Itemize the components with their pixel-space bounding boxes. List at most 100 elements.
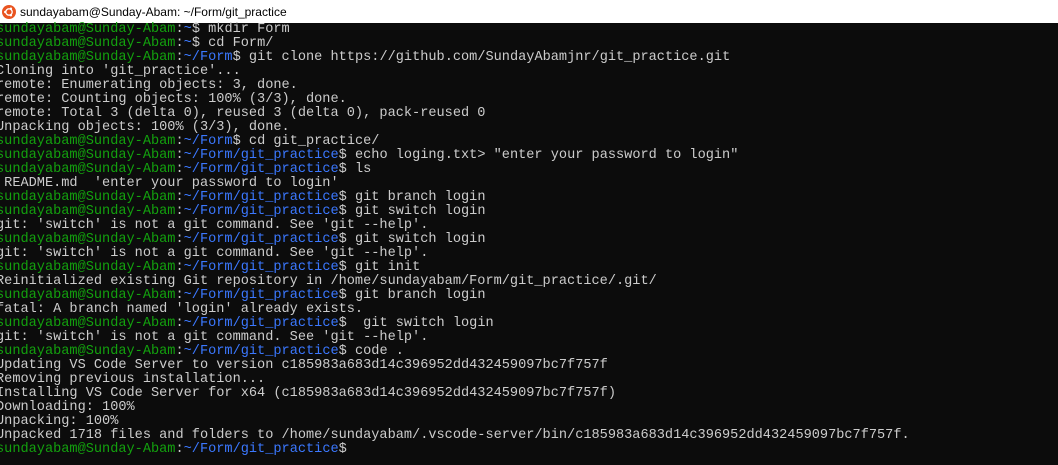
prompt-user: sundayabam@Sunday-Abam	[0, 50, 176, 65]
output-text: README.md 'enter your password to login'	[0, 176, 339, 191]
output-text: remote: Total 3 (delta 0), reused 3 (del…	[0, 106, 486, 121]
prompt-separator: :	[175, 50, 184, 65]
prompt-path: ~/Form/git_practice	[183, 288, 339, 303]
terminal-window: sundayabam@Sunday-Abam: ~/Form/git_pract…	[0, 0, 1058, 465]
prompt-path: ~/Form/git_practice	[183, 442, 339, 457]
prompt-path: ~/Form	[183, 134, 233, 149]
prompt-user: sundayabam@Sunday-Abam	[0, 260, 176, 275]
prompt-separator: :	[175, 316, 184, 331]
prompt-dollar: $	[338, 204, 347, 219]
command-text: git branch login	[346, 288, 486, 303]
prompt-separator: :	[175, 344, 184, 359]
prompt-line: sundayabam@Sunday-Abam:~/Form/git_practi…	[0, 345, 1058, 359]
command-text: code .	[346, 344, 404, 359]
command-text: git clone https://github.com/SundayAbamj…	[240, 50, 731, 65]
prompt-separator: :	[175, 288, 184, 303]
prompt-path: ~/Form/git_practice	[183, 344, 339, 359]
prompt-separator: :	[175, 22, 184, 37]
output-line: Installing VS Code Server for x64 (c1859…	[0, 387, 1058, 401]
prompt-path: ~/Form/git_practice	[183, 260, 339, 275]
prompt-dollar: $	[338, 148, 347, 163]
output-line: remote: Counting objects: 100% (3/3), do…	[0, 93, 1058, 107]
output-text: Reinitialized existing Git repository in…	[0, 274, 657, 289]
prompt-separator: :	[175, 36, 184, 51]
prompt-path: ~/Form/git_practice	[183, 148, 339, 163]
prompt-line: sundayabam@Sunday-Abam:~/Form/git_practi…	[0, 149, 1058, 163]
prompt-dollar: $	[338, 260, 347, 275]
prompt-dollar: $	[338, 232, 347, 247]
output-line: fatal: A branch named 'login' already ex…	[0, 303, 1058, 317]
prompt-path: ~/Form/git_practice	[183, 316, 339, 331]
output-text: git: 'switch' is not a git command. See …	[0, 218, 429, 233]
prompt-dollar: $	[338, 344, 347, 359]
prompt-path: ~/Form/git_practice	[183, 162, 339, 177]
prompt-user: sundayabam@Sunday-Abam	[0, 190, 176, 205]
output-text: remote: Counting objects: 100% (3/3), do…	[0, 92, 347, 107]
prompt-separator: :	[175, 442, 184, 457]
prompt-line: sundayabam@Sunday-Abam:~/Form/git_practi…	[0, 191, 1058, 205]
output-line: remote: Enumerating objects: 3, done.	[0, 79, 1058, 93]
prompt-path: ~	[183, 36, 192, 51]
prompt-dollar: $	[338, 442, 347, 457]
prompt-path: ~/Form/git_practice	[183, 190, 339, 205]
prompt-line: sundayabam@Sunday-Abam:~/Form/git_practi…	[0, 205, 1058, 219]
prompt-user: sundayabam@Sunday-Abam	[0, 36, 176, 51]
prompt-path: ~/Form/git_practice	[183, 232, 339, 247]
output-text: Unpacking: 100%	[0, 414, 119, 429]
output-line: README.md 'enter your password to login'	[0, 177, 1058, 191]
command-text: git switch login	[346, 316, 494, 331]
command-text: echo loging.txt> "enter your password to…	[346, 148, 739, 163]
output-text: Downloading: 100%	[0, 400, 135, 415]
output-text: Removing previous installation...	[0, 372, 266, 387]
output-line: Cloning into 'git_practice'...	[0, 65, 1058, 79]
prompt-line: sundayabam@Sunday-Abam:~/Form/git_practi…	[0, 289, 1058, 303]
prompt-dollar: $	[232, 134, 241, 149]
prompt-dollar: $	[191, 22, 200, 37]
title-bar[interactable]: sundayabam@Sunday-Abam: ~/Form/git_pract…	[0, 0, 1058, 23]
command-text: mkdir Form	[199, 22, 290, 37]
prompt-line: sundayabam@Sunday-Abam:~/Form/git_practi…	[0, 317, 1058, 331]
output-line: Unpacked 1718 files and folders to /home…	[0, 429, 1058, 443]
prompt-user: sundayabam@Sunday-Abam	[0, 204, 176, 219]
prompt-separator: :	[175, 232, 184, 247]
output-text: git: 'switch' is not a git command. See …	[0, 246, 429, 261]
output-line: git: 'switch' is not a git command. See …	[0, 219, 1058, 233]
output-text: Unpacking objects: 100% (3/3), done.	[0, 120, 290, 135]
output-text: fatal: A branch named 'login' already ex…	[0, 302, 364, 317]
command-text: ls	[346, 162, 372, 177]
prompt-user: sundayabam@Sunday-Abam	[0, 22, 176, 37]
output-line: Unpacking objects: 100% (3/3), done.	[0, 121, 1058, 135]
prompt-user: sundayabam@Sunday-Abam	[0, 288, 176, 303]
ubuntu-icon	[2, 4, 16, 19]
output-line: git: 'switch' is not a git command. See …	[0, 331, 1058, 345]
prompt-dollar: $	[338, 288, 347, 303]
prompt-dollar: $	[338, 190, 347, 205]
prompt-path: ~	[183, 22, 192, 37]
prompt-user: sundayabam@Sunday-Abam	[0, 162, 176, 177]
command-text: git init	[346, 260, 421, 275]
prompt-user: sundayabam@Sunday-Abam	[0, 232, 176, 247]
command-text: git switch login	[346, 204, 486, 219]
prompt-separator: :	[175, 190, 184, 205]
output-text: git: 'switch' is not a git command. See …	[0, 330, 429, 345]
prompt-line: sundayabam@Sunday-Abam:~/Form/git_practi…	[0, 443, 1058, 457]
prompt-line: sundayabam@Sunday-Abam:~/Form$ git clone…	[0, 51, 1058, 65]
prompt-path: ~/Form	[183, 50, 233, 65]
command-text: git branch login	[346, 190, 486, 205]
prompt-dollar: $	[338, 316, 347, 331]
prompt-user: sundayabam@Sunday-Abam	[0, 442, 176, 457]
prompt-line: sundayabam@Sunday-Abam:~/Form$ cd git_pr…	[0, 135, 1058, 149]
window-title: sundayabam@Sunday-Abam: ~/Form/git_pract…	[20, 4, 287, 19]
prompt-user: sundayabam@Sunday-Abam	[0, 148, 176, 163]
output-line: git: 'switch' is not a git command. See …	[0, 247, 1058, 261]
terminal-output[interactable]: sundayabam@Sunday-Abam:~$ mkdir Form sund…	[0, 23, 1058, 465]
output-line: Removing previous installation...	[0, 373, 1058, 387]
prompt-separator: :	[175, 134, 184, 149]
output-line: remote: Total 3 (delta 0), reused 3 (del…	[0, 107, 1058, 121]
output-line: Reinitialized existing Git repository in…	[0, 275, 1058, 289]
prompt-line: sundayabam@Sunday-Abam:~$ cd Form/	[0, 37, 1058, 51]
output-line: Updating VS Code Server to version c1859…	[0, 359, 1058, 373]
prompt-line: sundayabam@Sunday-Abam:~/Form/git_practi…	[0, 261, 1058, 275]
command-text: git switch login	[346, 232, 486, 247]
prompt-separator: :	[175, 162, 184, 177]
